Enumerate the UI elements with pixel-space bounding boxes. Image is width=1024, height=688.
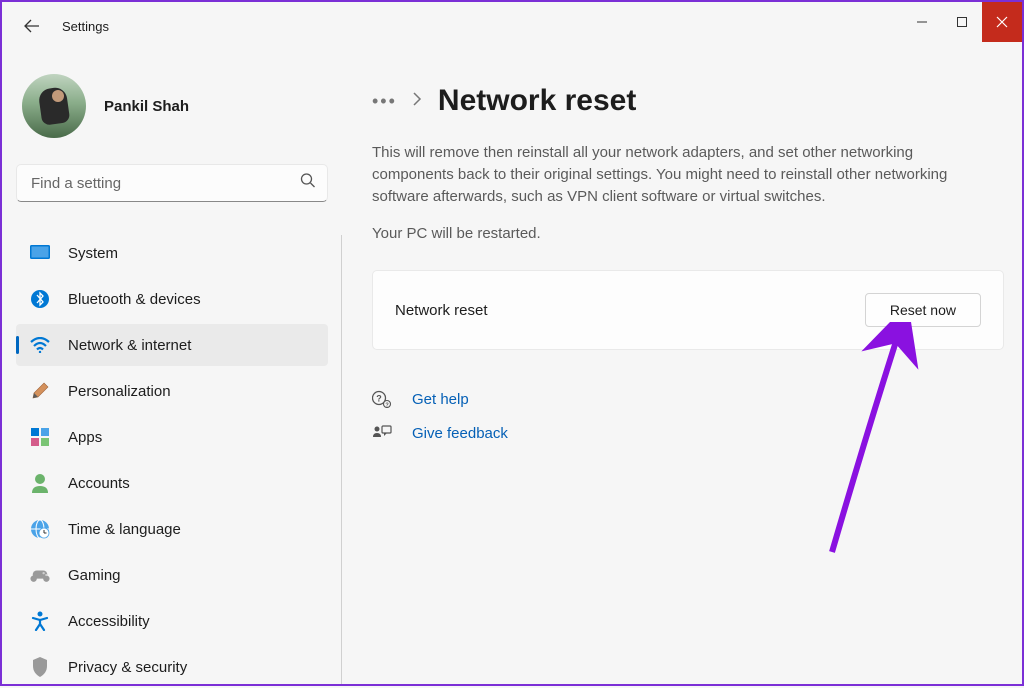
arrow-left-icon [24,18,40,34]
back-button[interactable] [20,14,44,38]
nav-label: Accounts [68,475,130,492]
give-feedback-link[interactable]: Give feedback [412,425,508,442]
breadcrumb: ••• Network reset [372,84,1012,118]
help-icon: ?? [372,390,392,408]
gamepad-icon [30,565,50,585]
nav-label: Bluetooth & devices [68,291,201,308]
sidebar-item-timelang[interactable]: Time & language [16,508,328,550]
reset-now-button[interactable]: Reset now [865,293,981,327]
sidebar-item-system[interactable]: System [16,232,328,274]
restart-note: Your PC will be restarted. [372,225,1012,242]
avatar [22,74,86,138]
window-title: Settings [62,19,109,34]
nav-list: System Bluetooth & devices Network & int… [16,232,328,688]
network-reset-card: Network reset Reset now [372,270,1004,350]
nav-label: System [68,245,118,262]
close-icon [996,16,1008,28]
nav-label: Accessibility [68,613,150,630]
sidebar-item-gaming[interactable]: Gaming [16,554,328,596]
apps-icon [30,427,50,447]
sidebar-item-personalization[interactable]: Personalization [16,370,328,412]
sidebar-item-accounts[interactable]: Accounts [16,462,328,504]
chevron-right-icon [413,92,422,111]
main-content: ••• Network reset This will remove then … [342,50,1022,684]
wifi-icon [30,335,50,355]
search-input[interactable] [16,164,328,202]
breadcrumb-more-icon[interactable]: ••• [372,91,397,112]
page-description: This will remove then reinstall all your… [372,142,992,207]
globe-clock-icon [30,519,50,539]
sidebar-item-apps[interactable]: Apps [16,416,328,458]
sidebar-item-network[interactable]: Network & internet [16,324,328,366]
close-button[interactable] [982,2,1022,42]
get-help-link[interactable]: Get help [412,391,469,408]
svg-text:?: ? [376,394,382,404]
nav-label: Apps [68,429,102,446]
feedback-icon [372,424,392,442]
window-controls [902,2,1022,42]
person-icon [30,473,50,493]
accessibility-icon [30,611,50,631]
nav-label: Network & internet [68,337,191,354]
nav-label: Personalization [68,383,171,400]
sidebar-item-bluetooth[interactable]: Bluetooth & devices [16,278,328,320]
minimize-button[interactable] [902,2,942,42]
system-icon [30,243,50,263]
paintbrush-icon [30,381,50,401]
shield-icon [30,657,50,677]
sidebar: Pankil Shah System Bluetooth & devices [2,50,342,684]
sidebar-item-privacy[interactable]: Privacy & security [16,646,328,688]
minimize-icon [916,16,928,28]
bluetooth-icon [30,289,50,309]
username: Pankil Shah [104,98,189,115]
page-title: Network reset [438,84,636,118]
titlebar: Settings [2,2,1022,50]
card-label: Network reset [395,302,865,319]
sidebar-item-accessibility[interactable]: Accessibility [16,600,328,642]
help-links: ?? Get help Give feedback [372,390,1012,442]
nav-label: Gaming [68,567,121,584]
maximize-button[interactable] [942,2,982,42]
nav-label: Time & language [68,521,181,538]
maximize-icon [956,16,968,28]
nav-label: Privacy & security [68,659,187,676]
profile-section[interactable]: Pankil Shah [16,64,328,164]
